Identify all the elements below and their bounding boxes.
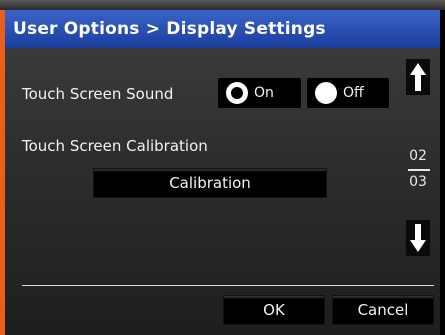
calibration-button[interactable]: Calibration: [93, 168, 327, 198]
arrow-up-icon: [410, 63, 426, 91]
arrow-down-icon: [410, 224, 426, 252]
radio-unselected-icon: [315, 82, 337, 104]
page-total: 03: [409, 174, 427, 190]
page-divider: [408, 169, 430, 171]
ok-button[interactable]: OK: [223, 295, 325, 325]
sound-off-label: Off: [343, 85, 364, 101]
scroll-down-button[interactable]: [406, 220, 430, 256]
calibration-label: Touch Screen Calibration: [22, 137, 208, 155]
scroll-up-button[interactable]: [406, 59, 430, 95]
sound-on-radio[interactable]: On: [218, 78, 301, 108]
cancel-button[interactable]: Cancel: [332, 295, 434, 325]
sound-on-label: On: [254, 85, 274, 101]
top-strip: [0, 0, 445, 10]
page-title: User Options > Display Settings: [13, 19, 326, 39]
sound-label: Touch Screen Sound: [22, 85, 174, 103]
title-bar: User Options > Display Settings: [5, 10, 440, 49]
settings-panel: Touch Screen Sound On Off Touch Screen C…: [5, 48, 440, 335]
radio-selected-icon: [226, 82, 248, 104]
sound-off-radio[interactable]: Off: [307, 78, 389, 108]
footer-separator: [22, 285, 434, 286]
screen: User Options > Display Settings Touch Sc…: [0, 0, 445, 335]
page-current: 02: [409, 148, 427, 164]
